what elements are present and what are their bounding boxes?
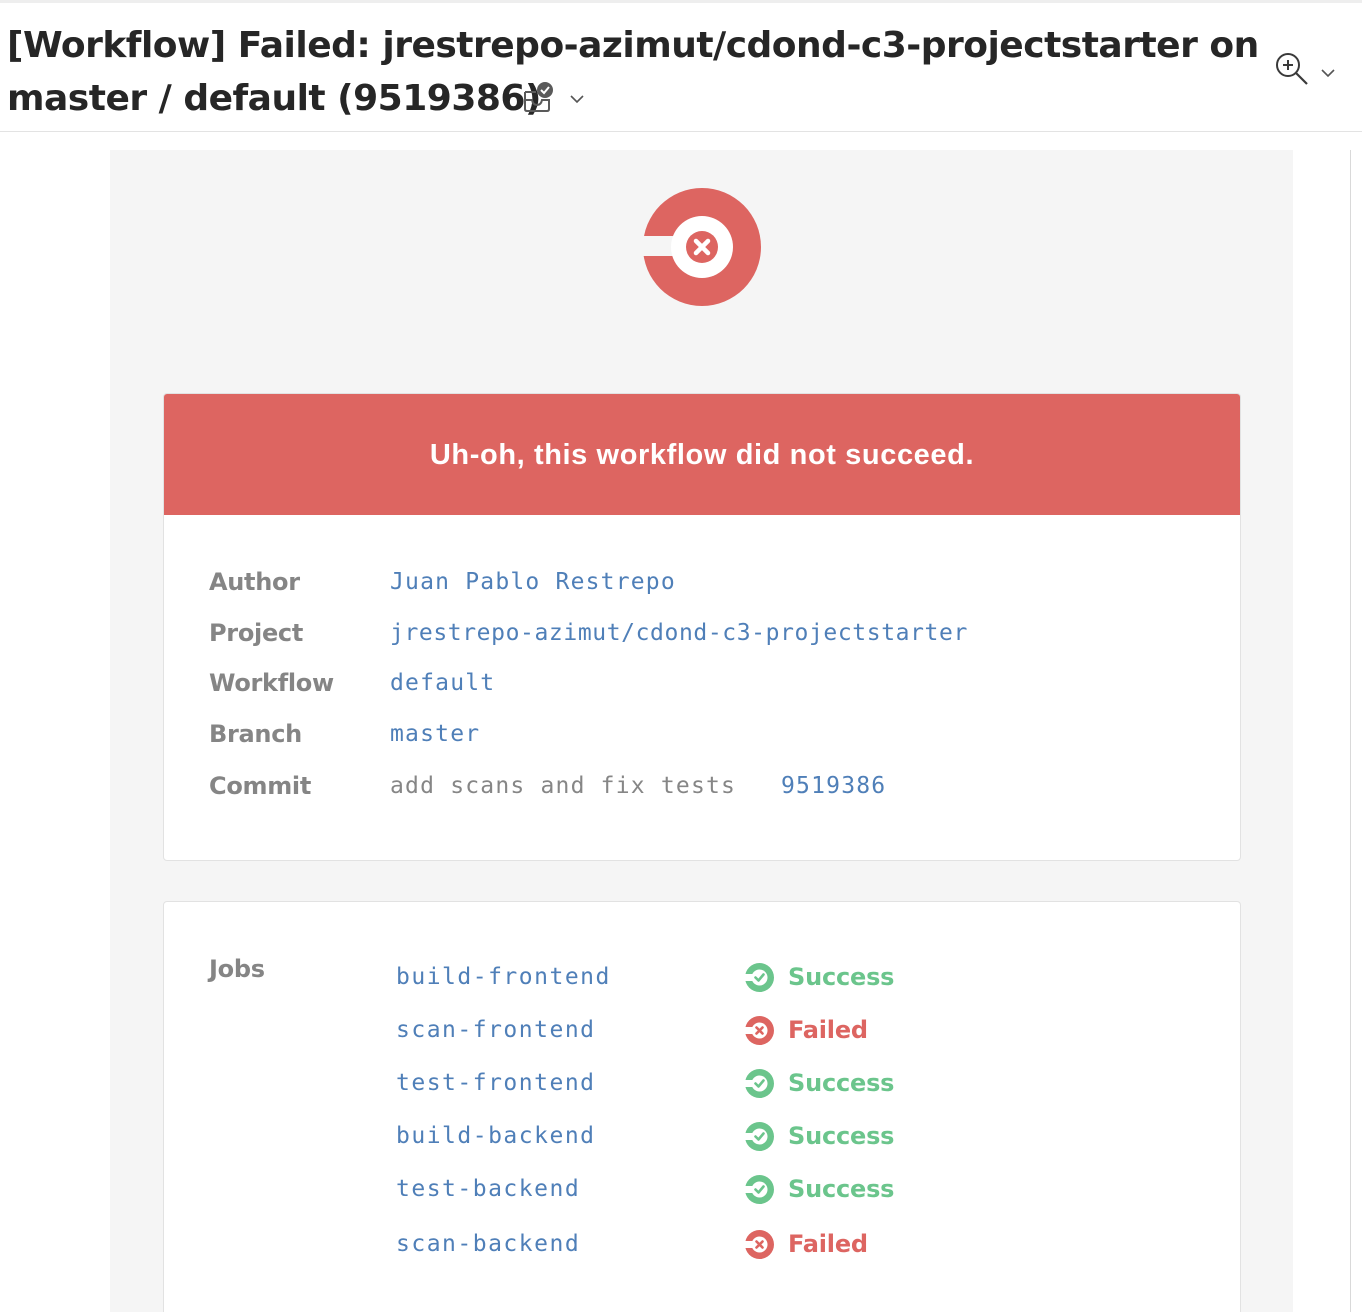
- commit-hash-link[interactable]: 9519386: [781, 771, 886, 801]
- author-label: Author: [209, 568, 300, 596]
- job-link-test-backend[interactable]: test-backend: [396, 1174, 580, 1204]
- failed-x-icon: [744, 1230, 774, 1259]
- job-status-text: Failed: [788, 1016, 868, 1044]
- email-subject-line-1: [Workflow] Failed: jrestrepo-azimut/cdon…: [7, 25, 1259, 66]
- job-status-text: Success: [788, 1122, 895, 1150]
- workflow-link[interactable]: default: [390, 668, 495, 698]
- job-link-scan-backend[interactable]: scan-backend: [396, 1229, 580, 1259]
- failed-x-icon: [744, 1016, 774, 1045]
- email-header: [Workflow] Failed: jrestrepo-azimut/cdon…: [0, 3, 1362, 132]
- job-status-text: Success: [788, 963, 895, 991]
- project-link[interactable]: jrestrepo-azimut/cdond-c3-projectstarter: [390, 618, 968, 648]
- failure-banner: Uh-oh, this workflow did not succeed.: [164, 394, 1240, 515]
- failure-banner-text: Uh-oh, this workflow did not succeed.: [429, 439, 975, 471]
- zoom-button[interactable]: [1270, 49, 1342, 89]
- email-subject-line-2: master / default (9519386): [7, 78, 541, 119]
- project-label: Project: [209, 619, 304, 647]
- success-check-icon: [744, 1069, 774, 1098]
- job-link-test-frontend[interactable]: test-frontend: [396, 1068, 596, 1098]
- jobs-label: Jobs: [209, 955, 265, 983]
- scrollbar-track[interactable]: [1350, 150, 1351, 1312]
- chevron-down-icon: [1321, 69, 1335, 78]
- job-link-build-backend[interactable]: build-backend: [396, 1121, 596, 1151]
- job-link-scan-frontend[interactable]: scan-frontend: [396, 1015, 596, 1045]
- chevron-down-icon: [570, 95, 584, 104]
- email-subject: [Workflow] Failed: jrestrepo-azimut/cdon…: [7, 19, 1259, 125]
- circleci-failed-logo-icon: [641, 188, 761, 306]
- zoom-in-icon: [1276, 53, 1308, 85]
- commit-message: add scans and fix tests: [390, 773, 737, 799]
- job-status-text: Success: [788, 1175, 895, 1203]
- success-check-icon: [744, 963, 774, 992]
- inbox-check-icon: [524, 82, 553, 112]
- success-check-icon: [744, 1122, 774, 1151]
- move-to-folder-button[interactable]: [520, 81, 592, 115]
- branch-link[interactable]: master: [390, 719, 480, 749]
- workflow-label: Workflow: [209, 669, 334, 697]
- author-link[interactable]: Juan Pablo Restrepo: [390, 567, 676, 597]
- job-status-text: Success: [788, 1069, 895, 1097]
- jobs-card: [163, 901, 1241, 1312]
- job-status-text: Failed: [788, 1230, 868, 1258]
- branch-label: Branch: [209, 720, 302, 748]
- job-link-build-frontend[interactable]: build-frontend: [396, 962, 611, 992]
- commit-label: Commit: [209, 772, 312, 800]
- success-check-icon: [744, 1175, 774, 1204]
